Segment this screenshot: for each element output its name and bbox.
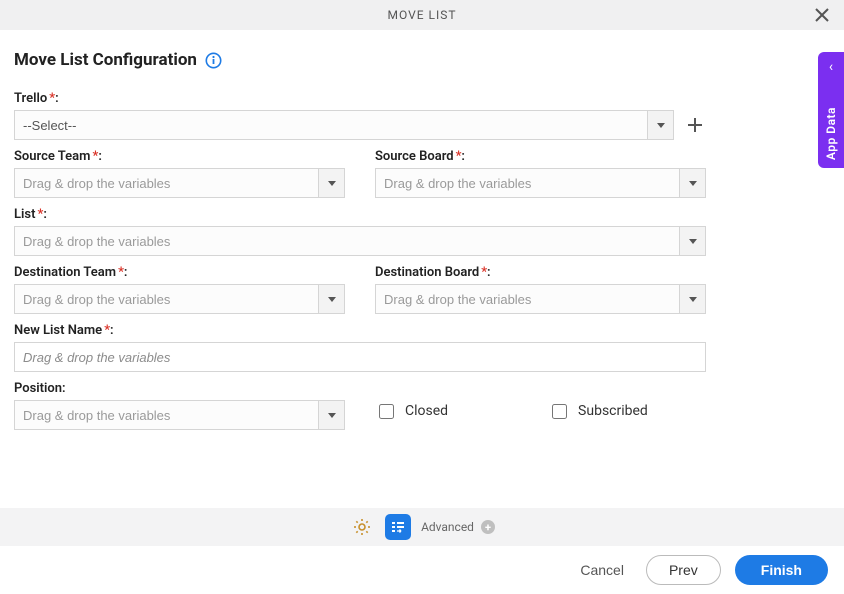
plus-icon [687,117,703,133]
cancel-button[interactable]: Cancel [572,556,632,584]
form: Trello*: Source Team*: Source Board*: [0,78,720,430]
caret-down-icon [657,123,665,128]
app-data-tab[interactable]: ‹ App Data [818,52,844,168]
list-caret[interactable] [680,226,706,256]
add-connection-button[interactable] [684,114,706,136]
destination-team-label: Destination Team*: [14,265,345,280]
advanced-label[interactable]: Advanced + [421,520,495,535]
caret-down-icon [689,297,697,302]
close-icon [815,8,829,22]
closed-checkbox-label[interactable]: Closed [375,401,448,422]
source-board-input[interactable] [375,168,680,198]
destination-board-input[interactable] [375,284,680,314]
plus-circle-icon: + [481,520,495,534]
closed-checkbox[interactable] [379,404,394,419]
trello-select[interactable] [14,110,674,140]
caret-down-icon [328,413,336,418]
caret-down-icon [689,239,697,244]
position-field[interactable] [14,400,345,430]
caret-down-icon [328,297,336,302]
info-icon[interactable] [205,52,222,69]
source-team-label: Source Team*: [14,149,345,164]
close-button[interactable] [810,0,834,30]
trello-select-caret[interactable] [648,110,674,140]
source-board-label: Source Board*: [375,149,706,164]
destination-board-caret[interactable] [680,284,706,314]
destination-team-field[interactable] [14,284,345,314]
prev-button[interactable]: Prev [646,555,721,585]
source-board-field[interactable] [375,168,706,198]
settings-button[interactable] [349,514,375,540]
position-input[interactable] [14,400,319,430]
position-label: Position: [14,381,345,396]
new-list-name-input[interactable] [14,342,706,372]
finish-button[interactable]: Finish [735,555,828,585]
trello-select-input[interactable] [14,110,648,140]
subscribed-checkbox[interactable] [552,404,567,419]
list-label: List*: [14,207,706,222]
page-title-row: Move List Configuration [0,30,844,78]
page-title: Move List Configuration [14,50,197,70]
source-team-field[interactable] [14,168,345,198]
caret-down-icon [689,181,697,186]
footer: Cancel Prev Finish [0,546,844,594]
destination-board-label: Destination Board*: [375,265,706,280]
chevron-left-icon: ‹ [829,60,833,74]
gear-icon [353,518,371,536]
list-input[interactable] [14,226,680,256]
mapping-button[interactable] [385,514,411,540]
destination-team-input[interactable] [14,284,319,314]
caret-down-icon [328,181,336,186]
closed-label-text: Closed [405,403,448,419]
dialog-title: MOVE LIST [387,8,456,22]
dialog-header: MOVE LIST [0,0,844,30]
destination-team-caret[interactable] [319,284,345,314]
source-board-caret[interactable] [680,168,706,198]
subscribed-label-text: Subscribed [578,403,648,419]
position-caret[interactable] [319,400,345,430]
new-list-name-label: New List Name*: [14,323,706,338]
app-data-tab-label: App Data [824,107,838,160]
bottom-toolbar: Advanced + [0,508,844,546]
trello-label: Trello*: [14,91,706,106]
source-team-caret[interactable] [319,168,345,198]
list-field[interactable] [14,226,706,256]
subscribed-checkbox-label[interactable]: Subscribed [548,401,648,422]
list-mapping-icon [390,519,406,535]
destination-board-field[interactable] [375,284,706,314]
source-team-input[interactable] [14,168,319,198]
